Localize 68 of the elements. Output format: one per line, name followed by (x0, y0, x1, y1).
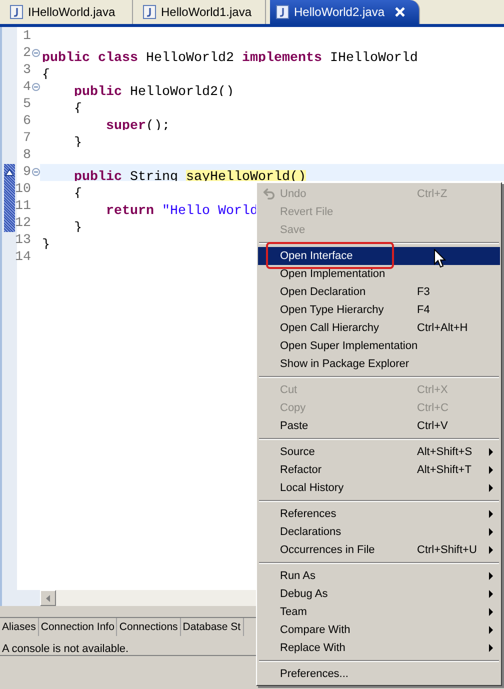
menu-item[interactable]: Open Implementation (258, 265, 500, 283)
line-number: 14 (15, 249, 31, 266)
code-line: public HelloWorld2() (72, 85, 234, 100)
undo-icon (262, 187, 276, 201)
console-message: A console is not available. (1, 643, 130, 655)
submenu-arrow-icon (489, 510, 493, 518)
menu-item[interactable]: Local History (258, 479, 500, 497)
line-number: 3 (23, 62, 31, 79)
line-number: 12 (15, 215, 31, 232)
line-number: 13 (15, 232, 31, 249)
menu-item[interactable]: References (258, 505, 500, 523)
left-arrow-icon (46, 594, 50, 602)
line-number: 4 (23, 79, 31, 96)
view-tab[interactable]: Database St (180, 618, 244, 636)
editor-tab[interactable]: HelloWorld2.java (270, 0, 420, 24)
line-number: 10 (15, 181, 31, 198)
submenu-arrow-icon (489, 546, 493, 554)
line-number: 11 (15, 198, 31, 215)
java-file-icon (143, 5, 156, 19)
collapse-icon[interactable] (32, 83, 40, 91)
line-number: 7 (23, 130, 31, 147)
scroll-left-button[interactable] (40, 590, 56, 606)
change-marker (4, 215, 15, 232)
change-marker (4, 198, 15, 215)
submenu-arrow-icon (489, 484, 493, 492)
mouse-pointer-icon (434, 249, 446, 268)
menu-item[interactable]: Preferences... (258, 665, 500, 683)
view-tab[interactable]: Connection Info (38, 618, 118, 636)
menu-item[interactable]: Open Interface (258, 247, 500, 265)
java-file-icon (10, 5, 23, 19)
submenu-arrow-icon (489, 466, 493, 474)
line-number: 9 (23, 164, 31, 181)
submenu-arrow-icon (489, 528, 493, 536)
submenu-arrow-icon (489, 590, 493, 598)
menu-item[interactable]: Open Super Implementation (258, 337, 500, 355)
menu-item[interactable]: Debug As (258, 585, 500, 603)
menu-item[interactable]: Show in Package Explorer (258, 355, 500, 373)
line-number: 6 (23, 113, 31, 130)
submenu-arrow-icon (489, 572, 493, 580)
code-line: public class HelloWorld2 implements IHelloWorld (42, 51, 418, 66)
change-marker (4, 181, 15, 198)
submenu-arrow-icon (489, 448, 493, 456)
menu-item[interactable]: Open Declaration F3 (258, 283, 500, 301)
menu-item[interactable]: Compare With (258, 621, 500, 639)
view-tab[interactable]: Aliases (0, 618, 39, 636)
menu-item[interactable]: Open Call Hierarchy Ctrl+Alt+H (258, 319, 500, 337)
menu-item[interactable]: Occurrences in File Ctrl+Shift+U (258, 541, 500, 559)
line-number: 5 (23, 96, 31, 113)
line-number: 8 (23, 147, 31, 164)
menu-item[interactable]: Paste Ctrl+V (258, 417, 500, 435)
line-number: 1 (23, 28, 31, 45)
java-file-icon (276, 5, 289, 19)
view-tab[interactable]: Connections (117, 618, 181, 636)
menu-item[interactable]: Refactor Alt+Shift+T (258, 461, 500, 479)
submenu-arrow-icon (489, 644, 493, 652)
menu-item[interactable]: Source Alt+Shift+S (258, 443, 500, 461)
menu-item[interactable]: Team (258, 603, 500, 621)
line-number: 2 (23, 45, 31, 62)
submenu-arrow-icon (489, 626, 493, 634)
collapse-icon[interactable] (32, 49, 40, 57)
menu-item[interactable]: Run As (258, 567, 500, 585)
menu-item[interactable]: Replace With (258, 639, 500, 657)
override-icon (5, 169, 14, 176)
collapse-icon[interactable] (32, 168, 40, 176)
submenu-arrow-icon (489, 608, 493, 616)
menu-item[interactable]: Declarations (258, 523, 500, 541)
menu-item[interactable]: Open Type Hierarchy F4 (258, 301, 500, 319)
close-icon[interactable] (394, 7, 404, 17)
